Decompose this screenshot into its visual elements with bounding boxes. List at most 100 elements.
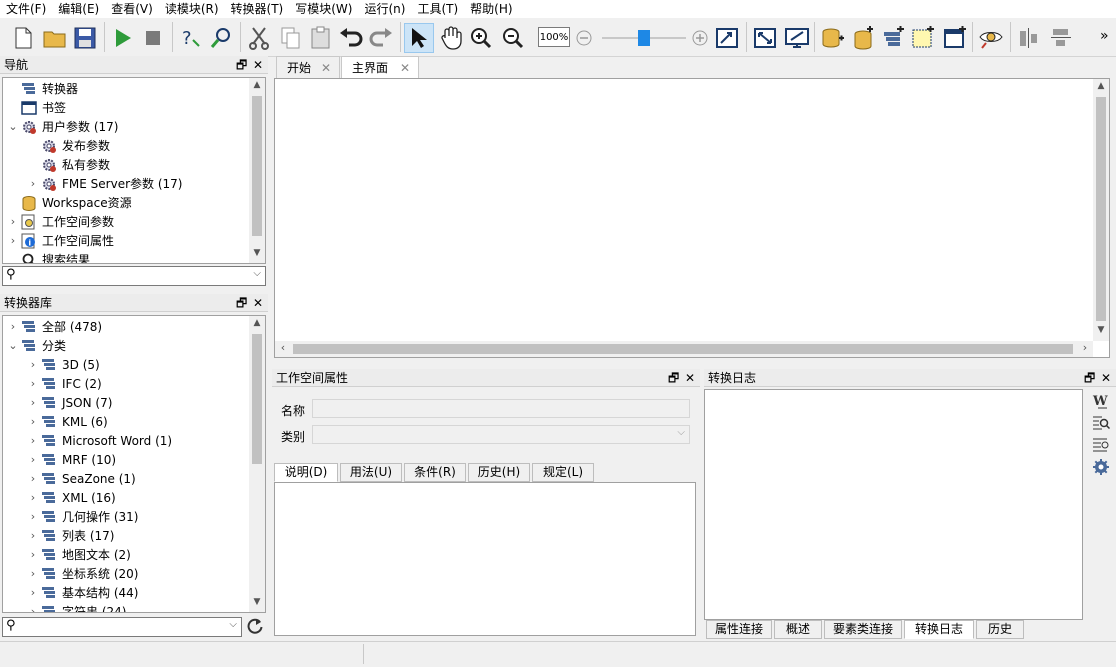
navigation-scrollbar[interactable]: ▲ ▼ xyxy=(249,78,265,263)
expand-arrow-icon[interactable]: › xyxy=(27,491,39,504)
library-search[interactable]: ⚲ ⌵ xyxy=(2,617,242,637)
pan-hand-icon[interactable] xyxy=(436,23,466,53)
bottom-tab[interactable]: 概述 xyxy=(774,620,822,639)
library-tree-item[interactable]: › KML (6) xyxy=(27,412,108,431)
float-panel-icon[interactable]: 🗗 xyxy=(668,369,679,387)
add-reader-icon[interactable] xyxy=(818,23,848,53)
float-panel-icon[interactable]: 🗗 xyxy=(236,56,247,74)
run-icon[interactable] xyxy=(108,23,138,53)
properties-tab[interactable]: 说明(D) xyxy=(274,463,338,482)
menu-item[interactable]: 文件(F) xyxy=(0,0,52,18)
redo-icon[interactable] xyxy=(366,23,396,53)
scroll-down-icon[interactable]: ▼ xyxy=(249,597,265,611)
expand-arrow-icon[interactable]: › xyxy=(7,215,19,228)
close-panel-icon[interactable]: ✕ xyxy=(685,369,695,387)
find-icon[interactable] xyxy=(206,23,236,53)
nav-tree-item[interactable]: Workspace资源 xyxy=(7,193,132,212)
expand-arrow-icon[interactable]: › xyxy=(27,434,39,447)
expand-arrow-icon[interactable]: › xyxy=(27,529,39,542)
library-scrollbar[interactable]: ▲ ▼ xyxy=(249,316,265,612)
nav-tree-item[interactable]: › 工作空间参数 xyxy=(7,212,114,231)
add-bookmark-icon[interactable] xyxy=(940,23,970,53)
scroll-right-icon[interactable]: › xyxy=(1077,341,1093,357)
library-tree-item[interactable]: › 字符串 (24) xyxy=(27,602,126,612)
expand-arrow-icon[interactable]: › xyxy=(27,472,39,485)
menu-item[interactable]: 查看(V) xyxy=(105,0,159,18)
zoom-extents-icon[interactable] xyxy=(712,23,742,53)
library-tree-item[interactable]: › 全部 (478) xyxy=(7,317,102,336)
translation-log-output[interactable] xyxy=(704,389,1083,620)
scroll-up-icon[interactable]: ▲ xyxy=(249,318,265,332)
close-tab-icon[interactable]: ✕ xyxy=(400,57,410,79)
expand-arrow-icon[interactable]: ⌄ xyxy=(7,120,19,133)
scroll-thumb[interactable] xyxy=(252,96,262,236)
library-tree-item[interactable]: › 坐标系统 (20) xyxy=(27,564,139,583)
paste-icon[interactable] xyxy=(306,23,336,53)
new-file-icon[interactable] xyxy=(8,23,38,53)
library-tree-item[interactable]: › SeaZone (1) xyxy=(27,469,136,488)
properties-tab[interactable]: 规定(L) xyxy=(532,463,594,482)
menu-item[interactable]: 编辑(E) xyxy=(52,0,105,18)
library-search-input[interactable] xyxy=(23,619,190,635)
nav-tree-item[interactable]: 搜索结果 xyxy=(7,250,90,263)
scroll-down-icon[interactable]: ▼ xyxy=(249,248,265,262)
workspace-canvas[interactable] xyxy=(274,78,1110,358)
bottom-tab[interactable]: 要素类连接 xyxy=(824,620,902,639)
zoom-minus-icon[interactable] xyxy=(572,23,596,53)
scroll-down-icon[interactable]: ▼ xyxy=(1093,325,1109,339)
navigation-search-input[interactable] xyxy=(23,268,207,284)
library-tree-item[interactable]: › JSON (7) xyxy=(27,393,113,412)
close-panel-icon[interactable]: ✕ xyxy=(253,294,263,312)
monitor-view-icon[interactable] xyxy=(782,23,812,53)
add-transformer-icon[interactable] xyxy=(878,23,908,53)
expand-arrow-icon[interactable]: ⌄ xyxy=(7,339,19,352)
menu-item[interactable]: 写模块(W) xyxy=(289,0,358,18)
library-tree-item[interactable]: › IFC (2) xyxy=(27,374,102,393)
library-tree-item[interactable]: › 几何操作 (31) xyxy=(27,507,139,526)
zoom-in-icon[interactable] xyxy=(466,23,496,53)
fit-view-icon[interactable] xyxy=(750,23,780,53)
expand-arrow-icon[interactable]: › xyxy=(27,453,39,466)
select-pointer-icon[interactable] xyxy=(404,23,434,53)
library-tree-item[interactable]: › MRF (10) xyxy=(27,450,116,469)
canvas-horizontal-scrollbar[interactable]: ‹ › xyxy=(275,341,1093,357)
expand-arrow-icon[interactable]: › xyxy=(27,415,39,428)
expand-arrow-icon[interactable]: › xyxy=(27,510,39,523)
library-tree-item[interactable]: › 列表 (17) xyxy=(27,526,115,545)
scroll-up-icon[interactable]: ▲ xyxy=(1093,81,1109,95)
chevron-down-icon[interactable]: ⌵ xyxy=(253,268,261,279)
stop-icon[interactable] xyxy=(138,23,168,53)
align-horizontal-icon[interactable] xyxy=(1046,23,1076,53)
zoom-plus-icon[interactable] xyxy=(688,23,712,53)
nav-tree-item[interactable]: 转换器 xyxy=(7,79,78,98)
float-panel-icon[interactable]: 🗗 xyxy=(1084,369,1095,387)
tab-start[interactable]: 开始 ✕ xyxy=(276,56,340,78)
add-writer-icon[interactable] xyxy=(848,23,878,53)
expand-arrow-icon[interactable]: › xyxy=(27,358,39,371)
undo-icon[interactable] xyxy=(336,23,366,53)
inspect-eye-icon[interactable] xyxy=(976,23,1006,53)
scroll-left-icon[interactable]: ‹ xyxy=(275,341,291,357)
close-panel-icon[interactable]: ✕ xyxy=(253,56,263,74)
nav-tree-item[interactable]: › i 工作空间属性 xyxy=(7,231,114,250)
properties-tab[interactable]: 历史(H) xyxy=(468,463,530,482)
nav-tree-item[interactable]: 书签 xyxy=(7,98,66,117)
menu-item[interactable]: 运行(n) xyxy=(358,0,411,18)
expand-arrow-icon[interactable]: › xyxy=(7,234,19,247)
nav-tree-item[interactable]: › FME Server参数 (17) xyxy=(27,174,183,193)
expand-arrow-icon[interactable]: › xyxy=(27,377,39,390)
help-inspect-icon[interactable]: ? xyxy=(176,23,206,53)
description-editor[interactable] xyxy=(274,482,696,636)
library-tree-item[interactable]: ⌄ 分类 xyxy=(7,336,66,355)
zoom-slider-thumb[interactable] xyxy=(638,30,650,46)
scroll-thumb[interactable] xyxy=(1096,97,1106,321)
bottom-tab[interactable]: 转换日志 xyxy=(904,620,974,639)
menu-item[interactable]: 帮助(H) xyxy=(464,0,518,18)
zoom-slider[interactable] xyxy=(602,30,686,46)
close-panel-icon[interactable]: ✕ xyxy=(1101,369,1111,387)
navigation-search[interactable]: ⚲ ⌵ xyxy=(2,266,266,286)
word-wrap-icon[interactable]: W xyxy=(1092,392,1110,413)
bottom-tab[interactable]: 历史 xyxy=(976,620,1024,639)
nav-tree-item[interactable]: 私有参数 xyxy=(27,155,110,174)
expand-arrow-icon[interactable]: › xyxy=(27,177,39,190)
